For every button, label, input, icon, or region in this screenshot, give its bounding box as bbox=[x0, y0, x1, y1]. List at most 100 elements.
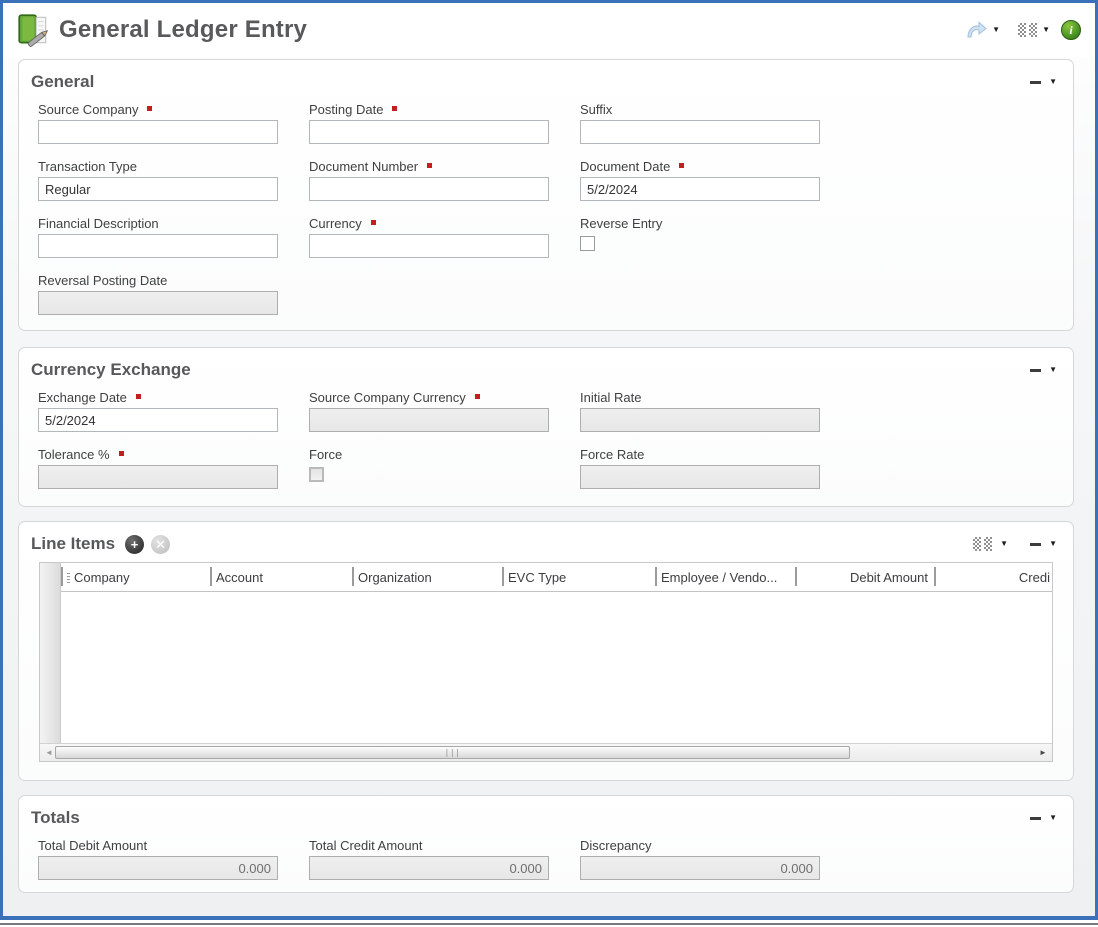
source-company-currency-input bbox=[309, 408, 549, 432]
layout-columns-icon[interactable] bbox=[1018, 23, 1037, 37]
total-debit-amount-input bbox=[38, 856, 278, 880]
general-fields: Source Company Posting Date Suffix Trans… bbox=[38, 102, 1061, 330]
field-reversal-posting-date: Reversal Posting Date bbox=[38, 273, 278, 320]
hscrollbar-thumb[interactable]: ||| bbox=[55, 746, 850, 759]
required-marker bbox=[371, 220, 376, 225]
grid-columns-icon[interactable] bbox=[973, 537, 992, 551]
horizontal-scrollbar[interactable]: ◄ ||| ► bbox=[40, 743, 1052, 761]
page-title: General Ledger Entry bbox=[59, 16, 307, 44]
required-marker bbox=[475, 394, 480, 399]
totals-fields: Total Debit Amount Total Credit Amount D… bbox=[38, 838, 1061, 893]
field-currency: Currency bbox=[309, 216, 549, 263]
section-menu-caret-icon[interactable]: ▼ bbox=[1049, 814, 1057, 822]
tolerance-input bbox=[38, 465, 278, 489]
workflow-caret-icon[interactable]: ▼ bbox=[992, 26, 1000, 34]
info-icon[interactable]: i bbox=[1061, 20, 1081, 40]
section-title: Totals bbox=[31, 808, 80, 828]
column-grip-icon[interactable] bbox=[67, 571, 70, 583]
field-transaction-type: Transaction Type bbox=[38, 159, 278, 206]
section-menu-caret-icon[interactable]: ▼ bbox=[1049, 366, 1057, 374]
section-menu-caret-icon[interactable]: ▼ bbox=[1049, 540, 1057, 548]
delete-line-button[interactable]: ✕ bbox=[151, 535, 170, 554]
column-header-employee-vendor[interactable]: Employee / Vendo... bbox=[655, 563, 795, 591]
required-marker bbox=[147, 106, 152, 111]
collapse-icon[interactable] bbox=[1030, 369, 1041, 372]
reverse-entry-checkbox[interactable] bbox=[580, 236, 595, 251]
collapse-icon[interactable] bbox=[1030, 81, 1041, 84]
field-document-date: Document Date bbox=[580, 159, 820, 206]
section-title: Currency Exchange bbox=[31, 360, 191, 380]
posting-date-input[interactable] bbox=[309, 120, 549, 144]
section-title: Line Items bbox=[31, 534, 115, 554]
field-force: Force bbox=[309, 447, 549, 494]
scroll-grip-icon: ||| bbox=[445, 748, 461, 757]
field-discrepancy: Discrepancy bbox=[580, 838, 820, 885]
document-number-input[interactable] bbox=[309, 177, 549, 201]
force-checkbox bbox=[309, 467, 324, 482]
currency-input[interactable] bbox=[309, 234, 549, 258]
collapse-icon[interactable] bbox=[1030, 817, 1041, 820]
field-force-rate: Force Rate bbox=[580, 447, 820, 494]
section-totals: Totals ▼ Total Debit Amount Total Credit… bbox=[18, 795, 1074, 893]
field-exchange-date: Exchange Date bbox=[38, 390, 278, 437]
general-ledger-entry-window: General Ledger Entry ▼ ▼ i General ▼ S bbox=[0, 0, 1098, 920]
grid-body-empty[interactable] bbox=[61, 592, 1052, 743]
column-header-company[interactable]: Company bbox=[61, 563, 210, 591]
titlebar-actions: ▼ ▼ i bbox=[965, 20, 1081, 40]
force-rate-input bbox=[580, 465, 820, 489]
grid-columns-caret-icon[interactable]: ▼ bbox=[1000, 540, 1008, 548]
column-header-debit-amount[interactable]: Debit Amount bbox=[795, 563, 934, 591]
line-items-grid: Company Account Organization EVC Type Em… bbox=[39, 562, 1053, 762]
field-suffix: Suffix bbox=[580, 102, 820, 149]
section-totals-header: Totals ▼ bbox=[31, 804, 1061, 832]
section-general: General ▼ Source Company Posting Date Su… bbox=[18, 59, 1074, 331]
discrepancy-input bbox=[580, 856, 820, 880]
required-marker bbox=[392, 106, 397, 111]
field-posting-date: Posting Date bbox=[309, 102, 549, 149]
field-document-number: Document Number bbox=[309, 159, 549, 206]
required-marker bbox=[136, 394, 141, 399]
layout-caret-icon[interactable]: ▼ bbox=[1042, 26, 1050, 34]
grid-header-row: Company Account Organization EVC Type Em… bbox=[61, 563, 1052, 592]
column-header-evc-type[interactable]: EVC Type bbox=[502, 563, 655, 591]
field-initial-rate: Initial Rate bbox=[580, 390, 820, 437]
section-currency-header: Currency Exchange ▼ bbox=[31, 356, 1061, 384]
initial-rate-input bbox=[580, 408, 820, 432]
source-company-input[interactable] bbox=[38, 120, 278, 144]
section-menu-caret-icon[interactable]: ▼ bbox=[1049, 78, 1057, 86]
currency-exchange-fields: Exchange Date Source Company Currency In… bbox=[38, 390, 1061, 504]
exchange-date-input[interactable] bbox=[38, 408, 278, 432]
window-bottom-shadow bbox=[0, 923, 1098, 925]
section-general-header: General ▼ bbox=[31, 68, 1061, 96]
financial-description-input[interactable] bbox=[38, 234, 278, 258]
section-title: General bbox=[31, 72, 94, 92]
suffix-input[interactable] bbox=[580, 120, 820, 144]
section-line-items-header: Line Items + ✕ ▼ ▼ bbox=[31, 530, 1061, 558]
required-marker bbox=[119, 451, 124, 456]
workflow-arrow-icon[interactable] bbox=[965, 21, 987, 39]
column-header-organization[interactable]: Organization bbox=[352, 563, 502, 591]
column-header-credit-amount[interactable]: Credi bbox=[934, 563, 1052, 591]
add-line-button[interactable]: + bbox=[125, 535, 144, 554]
collapse-icon[interactable] bbox=[1030, 543, 1041, 546]
field-source-company: Source Company bbox=[38, 102, 278, 149]
scroll-left-icon[interactable]: ◄ bbox=[43, 749, 55, 757]
field-total-debit-amount: Total Debit Amount bbox=[38, 838, 278, 885]
scroll-right-icon[interactable]: ► bbox=[1037, 749, 1049, 757]
field-financial-description: Financial Description bbox=[38, 216, 278, 263]
field-reverse-entry: Reverse Entry bbox=[580, 216, 820, 263]
section-line-items: Line Items + ✕ ▼ ▼ Company Account Organ… bbox=[18, 521, 1074, 781]
reversal-posting-date-input bbox=[38, 291, 278, 315]
row-selector-column bbox=[40, 563, 61, 743]
column-header-account[interactable]: Account bbox=[210, 563, 352, 591]
field-source-company-currency: Source Company Currency bbox=[309, 390, 549, 437]
field-total-credit-amount: Total Credit Amount bbox=[309, 838, 549, 885]
field-tolerance: Tolerance % bbox=[38, 447, 278, 494]
section-currency-exchange: Currency Exchange ▼ Exchange Date Source… bbox=[18, 347, 1074, 507]
required-marker bbox=[679, 163, 684, 168]
document-date-input[interactable] bbox=[580, 177, 820, 201]
total-credit-amount-input bbox=[309, 856, 549, 880]
transaction-type-input[interactable] bbox=[38, 177, 278, 201]
required-marker bbox=[427, 163, 432, 168]
ledger-book-icon bbox=[15, 12, 51, 48]
